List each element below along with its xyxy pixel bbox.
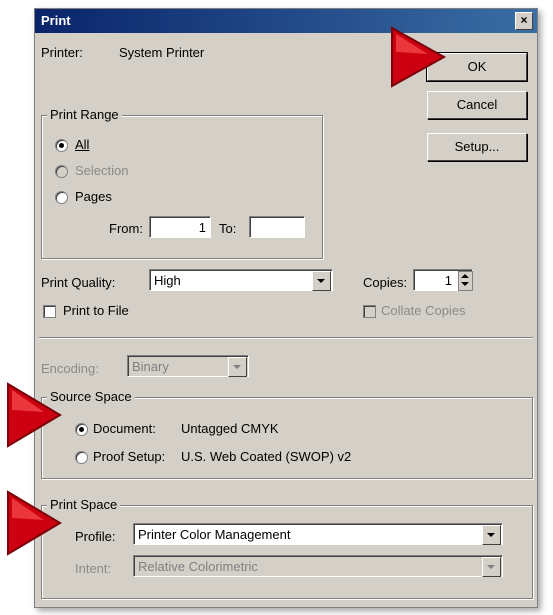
to-input[interactable] bbox=[249, 216, 305, 238]
intent-label: Intent: bbox=[75, 561, 112, 576]
encoding-value: Binary bbox=[132, 359, 169, 374]
radio-proof-setup[interactable] bbox=[75, 451, 88, 464]
radio-all-label: All bbox=[75, 137, 90, 152]
chevron-down-icon[interactable] bbox=[312, 271, 331, 291]
print-to-file-label: Print to File bbox=[63, 303, 129, 318]
radio-pages-label: Pages bbox=[75, 189, 112, 204]
profile-value: Printer Color Management bbox=[138, 527, 291, 542]
chevron-down-icon[interactable] bbox=[482, 525, 501, 545]
copies-label: Copies: bbox=[363, 275, 408, 290]
collate-label: Collate Copies bbox=[381, 303, 466, 318]
pointer-arrow-icon bbox=[391, 26, 447, 88]
encoding-label: Encoding: bbox=[41, 361, 99, 376]
to-label: To: bbox=[219, 221, 237, 236]
radio-all[interactable] bbox=[55, 139, 68, 152]
document-label: Document: bbox=[93, 421, 156, 436]
radio-selection[interactable] bbox=[55, 165, 68, 178]
from-label: From: bbox=[109, 221, 143, 236]
proof-setup-value: U.S. Web Coated (SWOP) v2 bbox=[181, 449, 352, 464]
intent-value: Relative Colorimetric bbox=[138, 559, 258, 574]
chevron-down-icon[interactable] bbox=[482, 557, 501, 577]
source-space-group bbox=[41, 397, 533, 479]
radio-pages[interactable] bbox=[55, 191, 68, 204]
copies-spinner[interactable] bbox=[458, 271, 473, 291]
intent-select[interactable]: Relative Colorimetric bbox=[133, 555, 503, 577]
print-quality-select[interactable]: High bbox=[149, 269, 333, 291]
proof-setup-label: Proof Setup: bbox=[93, 449, 166, 464]
print-quality-label: Print Quality: bbox=[41, 275, 116, 290]
title-bar: Print × bbox=[35, 9, 537, 33]
from-input[interactable]: 1 bbox=[149, 216, 211, 238]
print-space-group bbox=[41, 505, 533, 599]
spin-down-icon[interactable] bbox=[461, 282, 469, 286]
pointer-arrow-icon bbox=[7, 382, 62, 448]
print-to-file-checkbox[interactable] bbox=[43, 305, 56, 318]
radio-selection-label: Selection bbox=[75, 163, 129, 178]
collate-checkbox[interactable] bbox=[363, 305, 376, 318]
document-value: Untagged CMYK bbox=[181, 421, 279, 436]
profile-label: Profile: bbox=[75, 529, 116, 544]
pointer-arrow-icon bbox=[7, 490, 62, 556]
chevron-down-icon[interactable] bbox=[228, 357, 247, 377]
print-quality-value: High bbox=[154, 273, 181, 288]
print-dialog: Print × Printer: System Printer OK Cance… bbox=[34, 8, 538, 608]
setup-button[interactable]: Setup... bbox=[427, 133, 527, 161]
window-title: Print bbox=[41, 13, 71, 28]
profile-select[interactable]: Printer Color Management bbox=[133, 523, 503, 545]
cancel-button[interactable]: Cancel bbox=[427, 91, 527, 119]
spin-up-icon[interactable] bbox=[461, 274, 469, 278]
close-button[interactable]: × bbox=[515, 12, 533, 30]
print-range-legend: Print Range bbox=[47, 107, 122, 122]
separator bbox=[39, 337, 533, 339]
printer-label: Printer: bbox=[41, 45, 83, 60]
printer-value: System Printer bbox=[119, 45, 205, 60]
encoding-select[interactable]: Binary bbox=[127, 355, 249, 377]
radio-document[interactable] bbox=[75, 423, 88, 436]
